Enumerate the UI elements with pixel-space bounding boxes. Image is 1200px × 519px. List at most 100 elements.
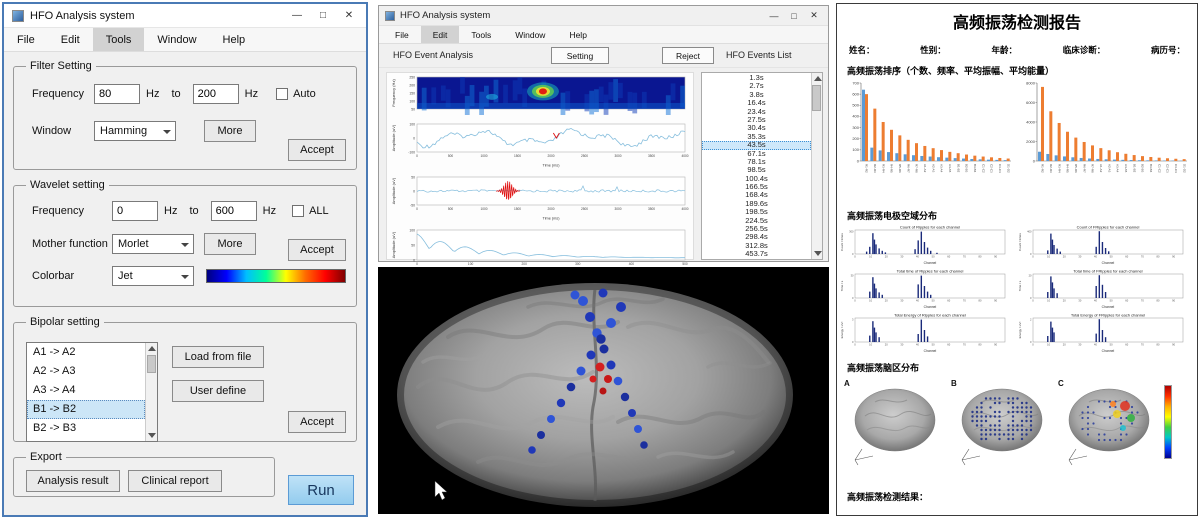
colorbar-select[interactable]: Jet — [112, 266, 194, 286]
svg-text:0: 0 — [413, 189, 415, 193]
filter-freq-low-input[interactable] — [94, 84, 140, 104]
bipolar-item[interactable]: B1 -> B2 — [27, 400, 145, 419]
svg-text:500: 500 — [448, 154, 454, 158]
all-checkbox[interactable] — [292, 205, 304, 217]
svg-text:70: 70 — [1141, 298, 1144, 302]
bipolar-listbox[interactable]: A1 -> A2A2 -> A3A3 -> A4B1 -> B2B2 -> B3 — [26, 342, 158, 442]
svg-text:B2-B3: B2-B3 — [965, 164, 969, 173]
sort-chart-2: 02000400060008000R1-R2R2-R3R3-R4R4-R5R5-… — [1017, 79, 1193, 201]
scroll-up-icon[interactable] — [814, 76, 822, 81]
clinical-report-button[interactable]: Clinical report — [128, 470, 222, 492]
events-scrollbar[interactable] — [811, 73, 822, 259]
svg-text:10: 10 — [869, 254, 872, 258]
svg-text:100: 100 — [468, 262, 474, 266]
svg-text:0: 0 — [1033, 158, 1036, 163]
maximize-button[interactable]: □ — [784, 11, 804, 21]
hfo-events-list[interactable]: 1.3s2.7s3.8s16.4s23.4s27.5s30.4s35.3s43.… — [701, 72, 823, 260]
close-button[interactable]: ✕ — [804, 10, 824, 21]
svg-text:80: 80 — [1157, 254, 1160, 258]
event-item[interactable]: 453.7s — [702, 250, 811, 258]
mother-function-label: Mother function — [32, 238, 112, 250]
wavelet-accept-button[interactable]: Accept — [288, 239, 346, 261]
plot-burst: Amplitude (uV)500-5005001000150020002500… — [387, 173, 691, 221]
filter-more-button[interactable]: More — [204, 120, 256, 142]
svg-text:D1-D2: D1-D2 — [1182, 164, 1186, 173]
svg-text:80: 80 — [1157, 298, 1160, 302]
menu-tools[interactable]: Tools — [459, 26, 503, 43]
section-sort-heading: 高频振荡排序（个数、频率、平均振幅、平均能量） — [847, 64, 1197, 77]
filter-setting-group: Filter Setting Frequency Hz to Hz Auto W… — [13, 60, 357, 170]
svg-text:50: 50 — [411, 107, 415, 111]
wavelet-freq-high-input[interactable] — [211, 201, 257, 221]
maximize-button[interactable]: □ — [310, 10, 336, 21]
svg-text:300: 300 — [575, 262, 581, 266]
filter-freq-high-input[interactable] — [193, 84, 239, 104]
menu-window[interactable]: Window — [503, 26, 557, 43]
bipolar-item[interactable]: B2 -> B3 — [27, 419, 145, 438]
window-select[interactable]: Hamming — [94, 121, 176, 141]
svg-text:Time (ms): Time (ms) — [543, 217, 561, 221]
load-from-file-button[interactable]: Load from file — [172, 346, 264, 368]
user-define-button[interactable]: User define — [172, 380, 264, 402]
minimize-button[interactable]: — — [764, 11, 784, 21]
svg-text:10: 10 — [869, 298, 872, 302]
bipolar-item[interactable]: A2 -> A3 — [27, 362, 145, 381]
menu-help[interactable]: Help — [210, 28, 259, 51]
svg-text:10: 10 — [869, 342, 872, 346]
auto-checkbox[interactable] — [276, 88, 288, 100]
svg-text:90: 90 — [994, 342, 997, 346]
spatial-histogram-5: Total Energy of Ripples for each channel… — [839, 312, 1015, 353]
section-region-heading: 高频振荡脑区分布 — [847, 361, 1197, 374]
menu-file[interactable]: File — [4, 28, 48, 51]
filter-accept-button[interactable]: Accept — [288, 139, 346, 161]
svg-text:Total Energy of FRipples for e: Total Energy of FRipples for each channe… — [1071, 313, 1145, 318]
mother-function-select[interactable]: Morlet — [112, 234, 194, 254]
svg-text:0: 0 — [857, 158, 860, 163]
all-label: ALL — [309, 205, 329, 217]
bipolar-accept-button[interactable]: Accept — [288, 411, 346, 433]
svg-text:20: 20 — [1029, 274, 1032, 278]
svg-text:C2-C3: C2-C3 — [990, 164, 994, 173]
svg-text:20: 20 — [1063, 342, 1066, 346]
svg-text:0: 0 — [854, 254, 856, 258]
scroll-thumb[interactable] — [812, 85, 821, 111]
events-list-label: HFO Events List — [726, 50, 792, 60]
svg-text:4000: 4000 — [681, 154, 688, 158]
svg-text:50: 50 — [932, 342, 935, 346]
settings-window: HFO Analysis system — □ ✕ FileEditToolsW… — [2, 2, 368, 517]
wavelet-freq-low-input[interactable] — [112, 201, 158, 221]
menu-tools[interactable]: Tools — [93, 28, 145, 51]
menu-edit[interactable]: Edit — [48, 28, 93, 51]
bipolar-scrollbar[interactable] — [145, 343, 157, 441]
analysis-result-button[interactable]: Analysis result — [26, 470, 120, 492]
run-button[interactable]: Run — [288, 475, 354, 505]
menu-help[interactable]: Help — [557, 26, 598, 43]
menu-file[interactable]: File — [383, 26, 421, 43]
svg-text:200: 200 — [409, 83, 415, 87]
minimize-button[interactable]: — — [284, 10, 310, 21]
reject-button[interactable]: Reject — [662, 47, 714, 64]
svg-text:2500: 2500 — [581, 154, 588, 158]
svg-text:0: 0 — [1032, 298, 1034, 302]
wavelet-frequency-label: Frequency — [32, 205, 112, 217]
svg-text:Channel: Channel — [1102, 305, 1115, 309]
svg-text:20: 20 — [885, 254, 888, 258]
section-result-heading: 高频振荡检测结果： — [847, 490, 1197, 503]
scroll-down-icon[interactable] — [148, 433, 156, 438]
close-button[interactable]: ✕ — [336, 10, 362, 21]
wavelet-more-button[interactable]: More — [204, 233, 256, 255]
scroll-up-icon[interactable] — [148, 346, 156, 351]
brain-3d-view[interactable] — [378, 267, 829, 514]
bipolar-item[interactable]: A3 -> A4 — [27, 381, 145, 400]
menu-window[interactable]: Window — [144, 28, 209, 51]
svg-text:2000: 2000 — [547, 207, 554, 211]
svg-text:B3-B4: B3-B4 — [973, 164, 977, 173]
svg-text:200: 200 — [522, 262, 528, 266]
bipolar-item[interactable]: A1 -> A2 — [27, 343, 145, 362]
svg-text:40: 40 — [1094, 342, 1097, 346]
scroll-down-icon[interactable] — [814, 251, 822, 256]
setting-button[interactable]: Setting — [551, 47, 609, 64]
plot-trace: Amplitude (uV)1000-100050010001500200025… — [387, 120, 691, 168]
menu-edit[interactable]: Edit — [421, 26, 460, 43]
scroll-thumb[interactable] — [147, 355, 156, 373]
